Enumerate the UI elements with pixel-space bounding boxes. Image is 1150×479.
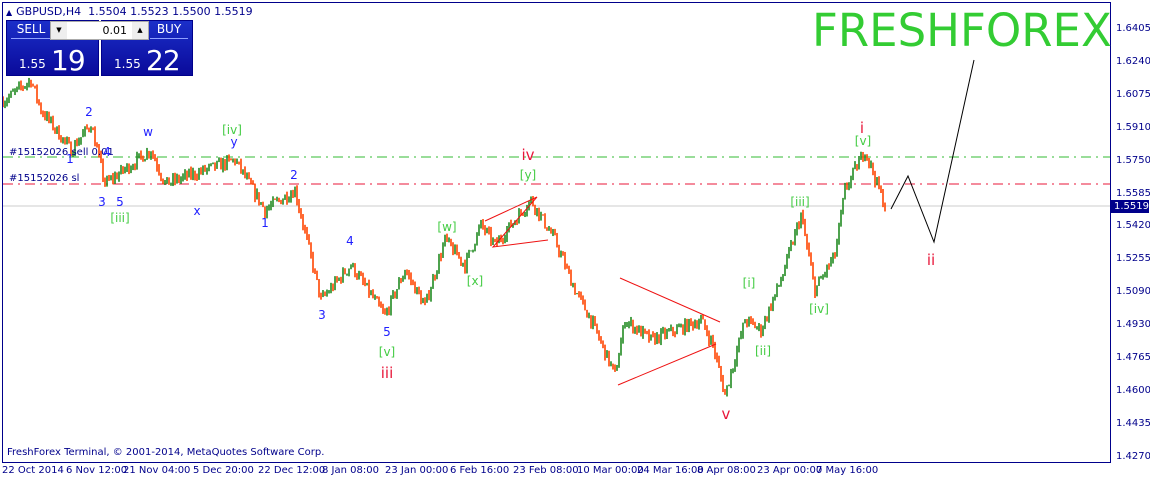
sell-price-pips: 19 — [51, 44, 86, 77]
time-tick: 8 Jan 08:00 — [322, 465, 379, 476]
copyright-text: FreshForex Terminal, © 2001-2014, MetaQu… — [7, 447, 325, 458]
symbol-name: GBPUSD,H4 — [16, 5, 82, 18]
wave-label: w — [143, 125, 153, 139]
order-line-label: #15152026 sell 0.01 — [9, 147, 114, 158]
price-tick: 1.4930 — [1116, 319, 1150, 331]
price-tick: 1.5420 — [1116, 220, 1150, 232]
price-tick: 1.6075 — [1116, 88, 1150, 100]
wave-label: y — [230, 135, 238, 149]
wave-label: iv — [521, 146, 535, 164]
wave-label: v — [721, 405, 731, 423]
price-tick: 1.4270 — [1116, 450, 1150, 462]
wave-label: 1 — [261, 216, 269, 230]
increase-lot-icon[interactable]: ▲ — [132, 22, 148, 39]
decrease-lot-icon[interactable]: ▼ — [51, 22, 67, 39]
time-tick: 23 Jan 00:00 — [385, 465, 449, 476]
price-tick: 1.5910 — [1116, 121, 1150, 133]
time-tick: 7 May 16:00 — [816, 465, 879, 476]
price-tick: 1.5090 — [1116, 286, 1150, 298]
wave-label: [iii] — [110, 211, 130, 225]
collapse-icon[interactable]: ▲ — [6, 8, 12, 17]
wave-label: x — [193, 204, 201, 218]
wave-label: 4 — [346, 234, 354, 248]
price-tick: 1.4435 — [1116, 417, 1150, 429]
time-tick: 21 Nov 04:00 — [123, 465, 191, 476]
time-tick: 10 Mar 00:00 — [577, 465, 644, 476]
wave-label: [iv] — [809, 302, 829, 316]
wave-label: [v] — [378, 345, 396, 359]
price-tick: 1.5255 — [1116, 253, 1150, 265]
price-tick: 1.5750 — [1116, 154, 1150, 166]
wave-label: [y] — [519, 168, 537, 182]
buy-price-prefix: 1.55 — [114, 57, 141, 71]
wave-label: 3 — [318, 308, 326, 322]
buy-label: BUY — [150, 22, 188, 39]
time-tick: 22 Oct 2014 — [2, 465, 64, 476]
watermark-logo: FRESHFOREX — [812, 4, 1112, 57]
buy-price-pips: 22 — [146, 44, 181, 77]
symbol-ohlc: 1.5504 1.5523 1.5500 1.5519 — [88, 5, 253, 18]
time-tick: 23 Apr 00:00 — [757, 465, 823, 476]
time-tick: 6 Feb 16:00 — [450, 465, 510, 476]
lot-input[interactable]: 0.01 — [69, 24, 130, 37]
wave-label: 4 — [103, 145, 111, 159]
wave-label: i — [859, 119, 865, 137]
wave-label: [iii] — [790, 195, 810, 209]
wave-label: [x] — [466, 274, 484, 288]
wave-label: [ii] — [754, 344, 772, 358]
price-tick: 1.4600 — [1116, 384, 1150, 396]
wave-label: 1 — [66, 152, 74, 166]
wave-label: 2 — [85, 105, 93, 119]
wave-label: [w] — [437, 220, 457, 234]
wave-label: 2 — [290, 168, 298, 182]
time-tick: 8 Apr 08:00 — [697, 465, 756, 476]
wave-label: 5 — [116, 195, 124, 209]
wave-label: [i] — [742, 276, 756, 290]
time-tick: 24 Mar 16:00 — [637, 465, 704, 476]
wave-label: ii — [926, 251, 936, 269]
wave-label: iii — [380, 364, 394, 382]
time-tick: 5 Dec 20:00 — [193, 465, 254, 476]
lot-stepper[interactable]: ▼ 0.01 ▲ — [50, 21, 149, 40]
symbol-header: ▲ GBPUSD,H4 1.5504 1.5523 1.5500 1.5519 — [6, 5, 253, 18]
price-tick: 1.5585 — [1116, 187, 1150, 199]
wave-label: 5 — [383, 325, 391, 339]
price-tick: 1.6405 — [1116, 23, 1150, 34]
sell-price-prefix: 1.55 — [19, 57, 46, 71]
current-price-marker: 1.5519 — [1111, 200, 1149, 213]
wave-label: 3 — [98, 195, 106, 209]
sl-line-label: #15152026 sl — [9, 173, 80, 184]
price-tick: 1.6240 — [1116, 55, 1150, 67]
time-tick: 22 Dec 12:00 — [258, 465, 326, 476]
time-tick: 6 Nov 12:00 — [66, 465, 128, 476]
wave-label: [iv] — [222, 123, 242, 137]
sell-label: SELL — [11, 22, 51, 39]
time-tick: 23 Feb 08:00 — [513, 465, 579, 476]
price-tick: 1.4765 — [1116, 352, 1150, 363]
